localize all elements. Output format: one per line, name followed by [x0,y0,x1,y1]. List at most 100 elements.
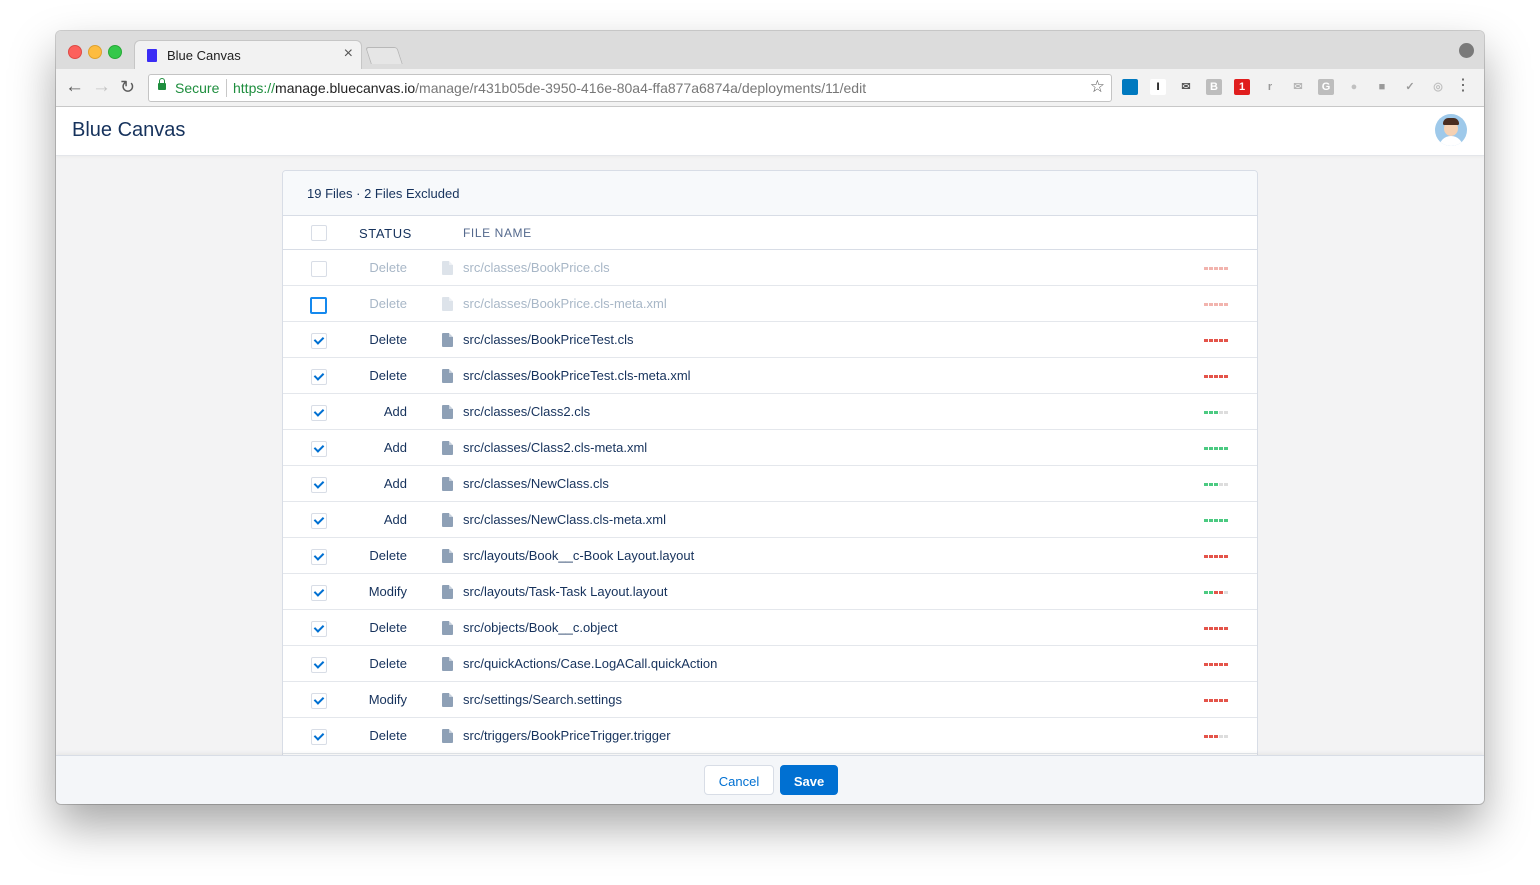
circle-extension-icon[interactable]: ◎ [1430,79,1446,95]
diffstat-block [1204,483,1208,486]
envelope-icon[interactable]: ✉ [1290,79,1306,95]
file-status: Delete [369,260,407,275]
minimize-window-button[interactable] [88,45,102,59]
cancel-button[interactable]: Cancel [704,765,774,795]
file-row[interactable]: Delete src/classes/BookPrice.cls-meta.xml [283,286,1257,322]
diffstat-bar [1204,519,1229,522]
diffstat-bar [1204,339,1229,342]
mail-icon[interactable]: ✉ [1178,79,1194,95]
browser-tab[interactable]: Blue Canvas × [134,40,362,70]
back-arrow-icon[interactable]: ← [65,76,84,98]
file-checkbox[interactable] [311,621,327,637]
diffstat-bar [1204,267,1229,270]
calendar-badge-icon[interactable]: 1 [1234,79,1250,95]
file-name: src/settings/Search.settings [463,692,622,707]
file-name: src/layouts/Book__c-Book Layout.layout [463,548,695,563]
url-separator [226,79,227,97]
file-row[interactable]: Delete src/classes/BookPriceTest.cls [283,322,1257,358]
file-row[interactable]: Add src/classes/NewClass.cls [283,466,1257,502]
file-checkbox[interactable] [311,405,327,421]
file-checkbox[interactable] [311,261,327,277]
file-name: src/classes/Class2.cls [463,404,591,419]
app-header: Blue Canvas [56,107,1484,156]
file-checkbox[interactable] [310,297,327,314]
file-row[interactable]: Add src/classes/Class2.cls-meta.xml [283,430,1257,466]
file-row[interactable]: Delete src/classes/BookPrice.cls [283,250,1257,286]
file-icon [442,513,453,527]
square-extension-icon[interactable]: ■ [1374,79,1390,95]
filename-column-header: FILE NAME [463,226,532,240]
file-row[interactable]: Add src/classes/NewClass.cls-meta.xml [283,502,1257,538]
diffstat-bar [1204,699,1229,702]
file-checkbox[interactable] [311,729,327,745]
check-extension-icon[interactable]: ✓ [1402,79,1418,95]
diffstat-block [1219,483,1223,486]
diffstat-block [1214,591,1218,594]
file-row[interactable]: Modify src/settings/Search.settings [283,682,1257,718]
file-checkbox[interactable] [311,477,327,493]
diffstat-bar [1204,735,1229,738]
close-window-button[interactable] [68,45,82,59]
file-icon [442,297,453,311]
file-row[interactable]: Delete src/objects/Book__c.object [283,610,1257,646]
file-name: src/triggers/BookPriceTrigger.trigger [463,728,671,743]
status-column-header: STATUS [359,226,412,241]
trello-icon[interactable] [1122,79,1138,95]
file-checkbox[interactable] [311,549,327,565]
file-checkbox[interactable] [311,585,327,601]
g-extension-icon[interactable]: G [1318,79,1334,95]
brand-title[interactable]: Blue Canvas [72,119,185,142]
diffstat-block [1204,663,1208,666]
diffstat-block [1204,555,1208,558]
address-bar[interactable]: Secure https://manage.bluecanvas.io/mana… [148,74,1112,102]
file-row[interactable]: Add src/classes/Class2.cls [283,394,1257,430]
instapaper-icon[interactable]: I [1150,79,1166,95]
file-checkbox[interactable] [311,513,327,529]
file-row[interactable]: Delete src/quickActions/Case.LogACall.qui… [283,646,1257,682]
url-text[interactable]: https://manage.bluecanvas.io/manage/r431… [233,80,866,96]
diffstat-block [1219,447,1223,450]
diffstat-block [1214,447,1218,450]
file-status: Delete [369,332,407,347]
b-extension-icon[interactable]: B [1206,79,1222,95]
file-checkbox[interactable] [311,693,327,709]
select-all-checkbox[interactable] [311,225,327,241]
diffstat-block [1214,555,1218,558]
bookmark-star-icon[interactable]: ☆ [1090,77,1105,97]
diffstat-block [1209,339,1213,342]
browser-menu-icon[interactable]: ⋮ [1455,77,1471,95]
file-row[interactable]: Delete src/layouts/Book__c-Book Layout.la… [283,538,1257,574]
reload-icon[interactable]: ↻ [120,76,135,98]
file-checkbox[interactable] [311,333,327,349]
diffstat-block [1224,411,1228,414]
file-checkbox[interactable] [311,657,327,673]
file-row[interactable]: Delete src/triggers/BookPriceTrigger.trig… [283,718,1257,754]
r-extension-icon[interactable]: r [1262,79,1278,95]
file-row[interactable]: Modify src/layouts/Task-Task Layout.layou… [283,574,1257,610]
diffstat-block [1214,699,1218,702]
diffstat-block [1224,627,1228,630]
files-summary: 19 Files · 2 Files Excluded [307,186,460,201]
dot-extension-icon[interactable]: ● [1346,79,1362,95]
files-card: 19 Files · 2 Files Excluded STATUS FILE … [282,170,1258,772]
file-checkbox[interactable] [311,369,327,385]
save-button[interactable]: Save [780,765,838,795]
forward-arrow-icon[interactable]: → [92,76,111,98]
tab-close-icon[interactable]: × [344,45,353,63]
diffstat-block [1214,483,1218,486]
avatar[interactable] [1435,114,1467,146]
diffstat-block [1209,663,1213,666]
diffstat-block [1224,303,1228,306]
diffstat-block [1209,375,1213,378]
profile-icon[interactable] [1459,43,1474,58]
zoom-window-button[interactable] [108,45,122,59]
new-tab-button[interactable] [365,47,403,64]
footer-bar: Cancel Save [56,755,1484,804]
file-checkbox[interactable] [311,441,327,457]
file-row[interactable]: Delete src/classes/BookPriceTest.cls-meta… [283,358,1257,394]
diffstat-block [1214,375,1218,378]
diffstat-block [1219,339,1223,342]
diffstat-block [1204,303,1208,306]
diffstat-block [1204,411,1208,414]
file-status: Add [383,512,407,527]
